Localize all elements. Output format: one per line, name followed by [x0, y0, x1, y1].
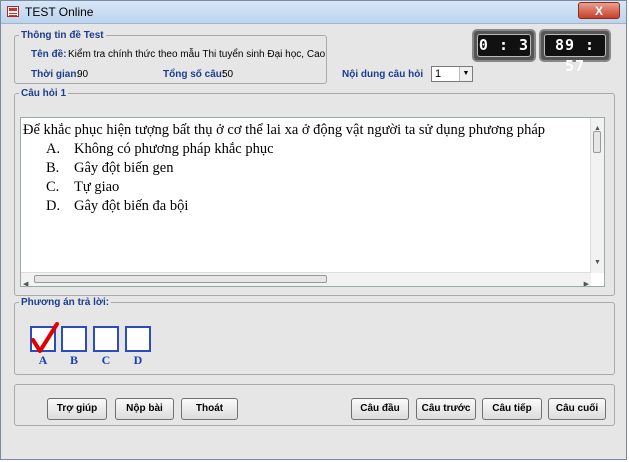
- app-icon: [7, 6, 19, 17]
- previous-question-button[interactable]: Câu trước: [416, 398, 476, 420]
- option-a: A. Không có phương pháp khắc phục: [46, 141, 274, 157]
- next-question-button[interactable]: Câu tiếp: [482, 398, 542, 420]
- help-button[interactable]: Trợ giúp: [47, 398, 107, 420]
- test-info-legend: Thông tin đề Test: [21, 30, 104, 41]
- question-content-area[interactable]: Để khắc phục hiện tượng bất thụ ở cơ thể…: [20, 117, 605, 287]
- horizontal-scroll-thumb[interactable]: [34, 275, 327, 283]
- question-counter-text: 0 : 3: [477, 34, 531, 57]
- submit-button[interactable]: Nộp bài: [115, 398, 174, 420]
- answer-box-c[interactable]: [93, 326, 119, 352]
- answer-legend: Phương án trả lời:: [21, 297, 110, 308]
- vertical-scrollbar[interactable]: ▲ ▼: [590, 118, 604, 273]
- thoi-gian-value: 90: [77, 69, 89, 80]
- scroll-down-icon[interactable]: ▼: [594, 253, 601, 272]
- question-text: Để khắc phục hiện tượng bất thụ ở cơ thể…: [23, 122, 546, 138]
- ten-de-label: Tên đề:: [31, 49, 67, 60]
- thoi-gian-label: Thời gian:: [31, 69, 80, 80]
- checkmark-icon: [31, 322, 59, 353]
- noi-dung-label: Nội dung câu hỏi: [342, 69, 424, 80]
- answer-label-b: B: [69, 353, 78, 367]
- scroll-left-icon[interactable]: ◀: [23, 275, 28, 286]
- tong-so-cau-label: Tổng số câu:: [163, 69, 226, 80]
- answer-label-a: A: [38, 353, 48, 367]
- answer-label-c: C: [101, 353, 111, 367]
- question-select[interactable]: 1 ▼: [431, 66, 473, 82]
- close-button[interactable]: X: [578, 2, 620, 19]
- title-bar: TEST Online X: [1, 1, 626, 24]
- question-legend: Câu hỏi 1: [21, 88, 67, 99]
- scroll-right-icon[interactable]: ▶: [584, 275, 589, 286]
- exit-button[interactable]: Thoát: [181, 398, 238, 420]
- countdown-timer-text: 89 : 57: [544, 34, 606, 75]
- countdown-timer-display: 89 : 57: [539, 29, 611, 75]
- answer-box-d[interactable]: [125, 326, 151, 352]
- window-title: TEST Online: [25, 5, 94, 19]
- vertical-scroll-thumb[interactable]: [593, 131, 601, 153]
- ten-de-value: Kiểm tra chính thức theo mẫu Thi tuyển s…: [68, 49, 326, 60]
- question-select-value: 1: [435, 68, 442, 80]
- answer-label-d: D: [133, 353, 143, 367]
- chevron-down-icon[interactable]: ▼: [459, 67, 472, 81]
- last-question-button[interactable]: Câu cuối: [548, 398, 606, 420]
- option-c: C. Tự giao: [46, 179, 120, 195]
- answer-box-b[interactable]: [61, 326, 87, 352]
- question-group: Câu hỏi 1 Để khắc phục hiện tượng bất th…: [14, 88, 615, 296]
- question-counter-display: 0 : 3: [472, 29, 536, 62]
- tong-so-cau-value: 50: [222, 69, 234, 80]
- option-d: D. Gây đột biến đa bội: [46, 198, 189, 214]
- option-b: B. Gây đột biến gen: [46, 160, 174, 176]
- first-question-button[interactable]: Câu đầu: [351, 398, 409, 420]
- horizontal-scrollbar[interactable]: ◀ ▶: [21, 272, 591, 286]
